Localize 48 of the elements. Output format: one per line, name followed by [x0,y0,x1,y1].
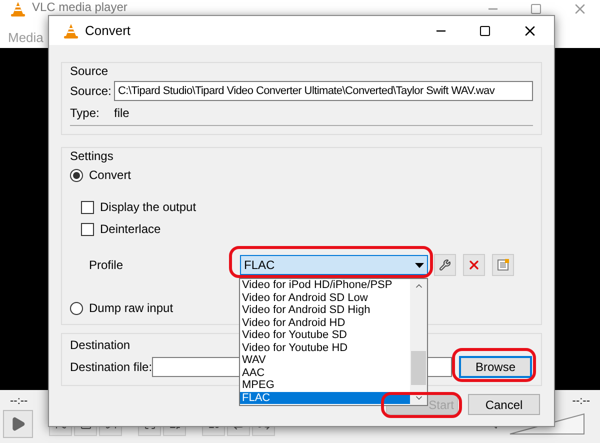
browse-button[interactable]: Browse [459,356,532,378]
profile-option[interactable]: FLAC [240,392,410,404]
type-value: file [114,105,130,122]
profile-label: Profile [88,257,124,274]
profile-option[interactable]: Video for iPod HD/iPhone/PSP [240,279,410,292]
cancel-button[interactable]: Cancel [468,394,540,415]
profile-option[interactable]: WAV [240,354,410,366]
profile-option[interactable]: MPEG [240,379,410,392]
field-label: Destination file: [70,359,152,376]
radio-label: Convert [89,167,132,184]
field-label: Source: [70,83,110,100]
vlc-logo-icon [63,22,79,38]
group-heading: Settings [70,148,114,164]
profile-option[interactable]: Video for Android HD [240,316,410,329]
volume-ramp-icon[interactable] [509,413,585,435]
radio-button[interactable] [70,168,83,182]
profile-dropdown[interactable]: FLAC [240,255,428,275]
profile-option[interactable]: Video for Youtube SD [240,329,410,342]
checkbox-label: Deinterlace [100,221,161,238]
scroll-thumb[interactable] [411,351,426,385]
caret-icon [415,262,424,268]
profile-option[interactable]: Video for Android SD High [240,304,410,316]
group-heading: Destination [70,337,130,353]
profile-option[interactable]: Video for Android SD Low [240,292,410,304]
profile-option[interactable]: AAC [240,366,410,379]
play-button[interactable] [3,410,33,438]
delete-profile-button[interactable] [463,254,485,276]
total-time: --:-- [572,394,590,409]
list-icon [497,259,509,271]
profile-option[interactable]: Video for Youtube HD [240,342,410,354]
checkbox[interactable] [81,222,94,236]
elapsed-time: --:-- [10,394,28,409]
checkbox[interactable] [81,200,94,214]
maximize-icon[interactable] [479,24,491,36]
wrench-icon [439,259,451,271]
field-label: Type: [70,105,100,122]
edit-profile-button[interactable] [434,254,456,276]
group-heading: Source [70,63,110,79]
scrollbar[interactable] [410,279,427,405]
radio-label: Dump raw input [89,300,174,317]
play-icon [10,416,26,432]
source-field[interactable]: C:\Tipard Studio\Tipard Video Converter Ultimate\Converted\Taylor Swift WAV.wav [114,81,533,101]
delete-icon [467,258,481,272]
checkbox-label: Display the output [100,199,196,216]
window-title: VLC media player [32,1,128,14]
radio-button[interactable] [70,302,83,314]
new-profile-button[interactable] [492,254,514,276]
dialog-title: Convert [85,22,131,40]
